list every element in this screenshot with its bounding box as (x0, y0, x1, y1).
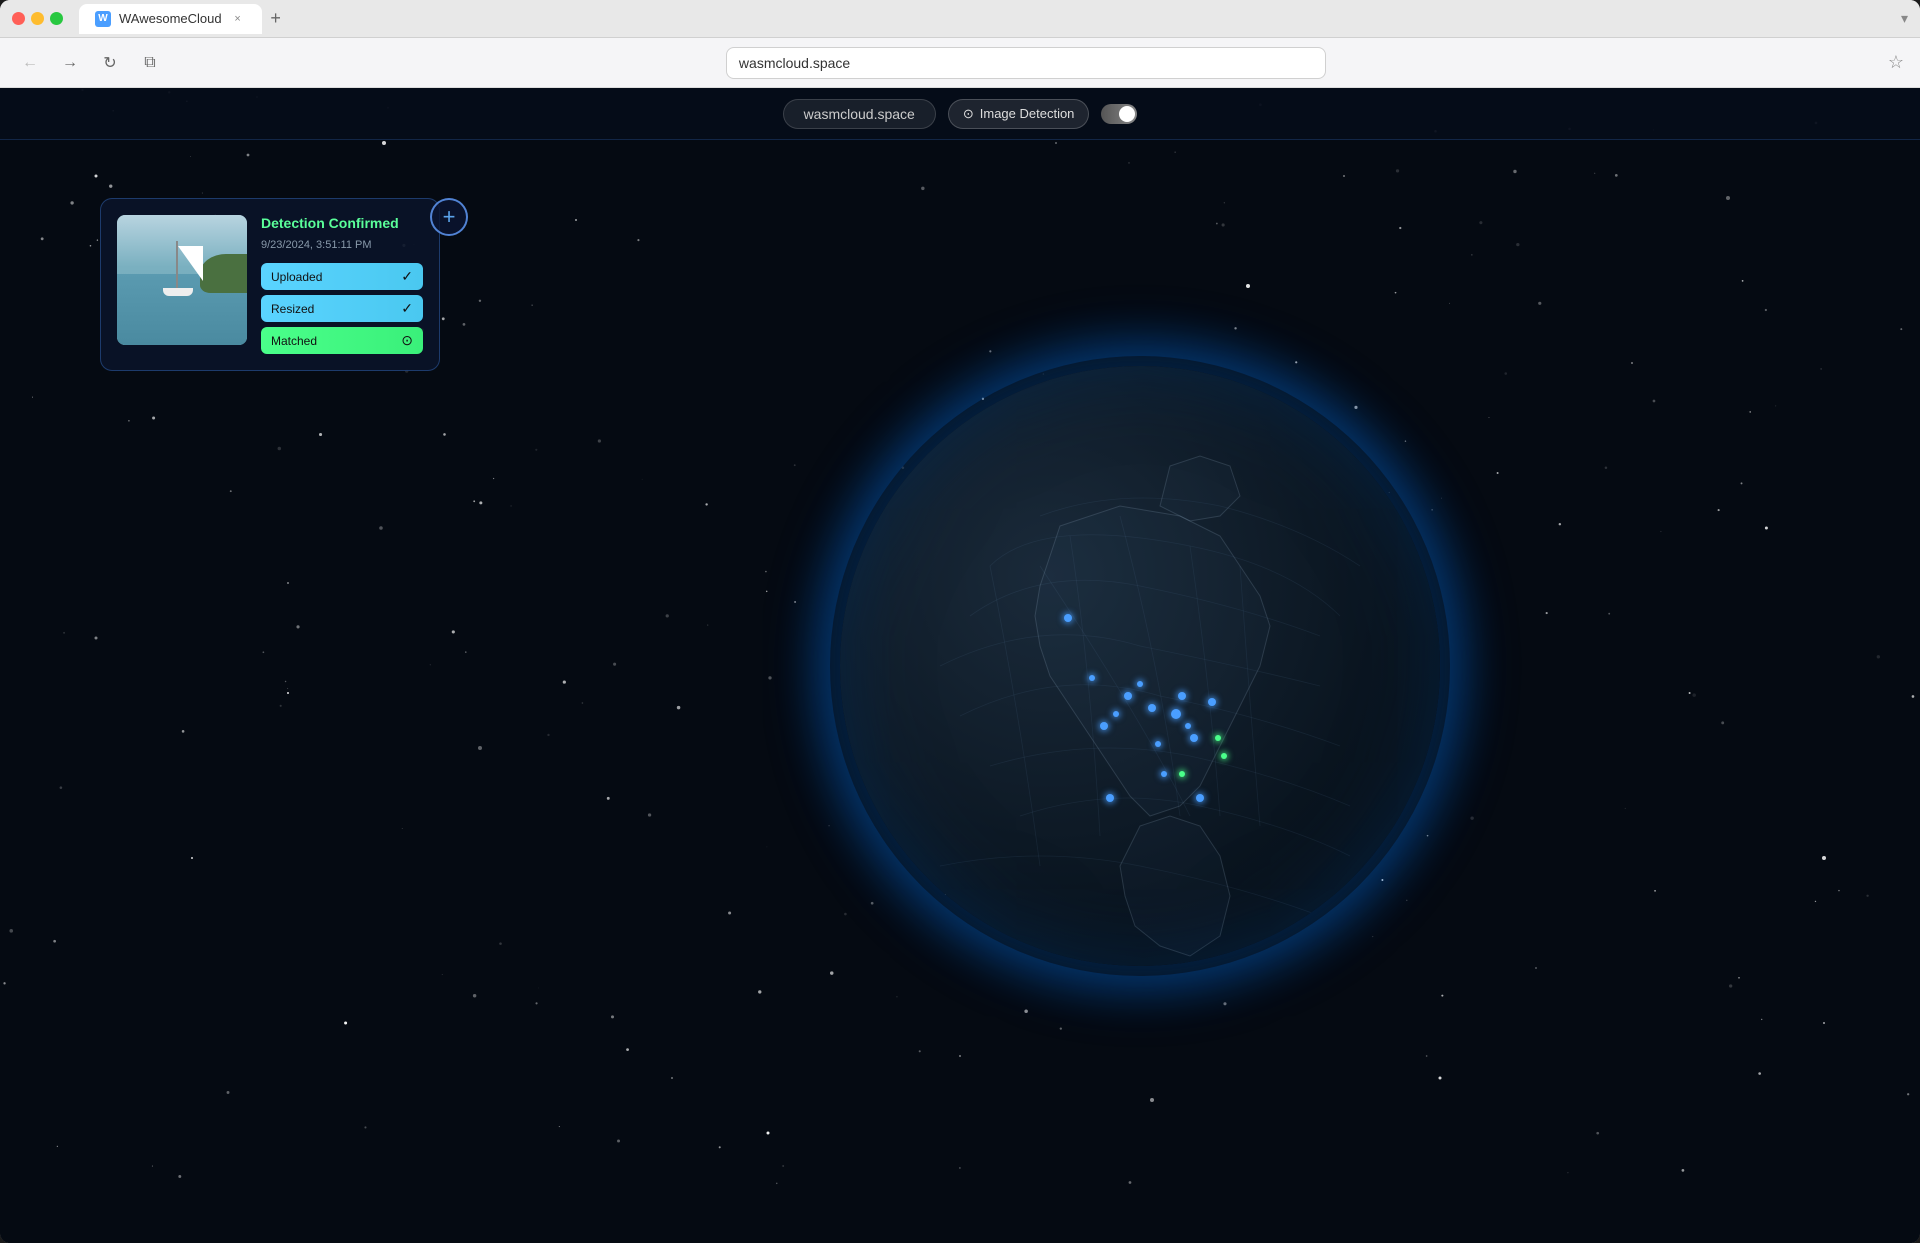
globe-dot (1155, 741, 1161, 747)
address-text: wasmcloud.space (739, 55, 850, 71)
status-resized-pill: Resized ✓ (261, 295, 423, 322)
browser-tab[interactable]: W WAwesomeCloud × (79, 4, 262, 34)
globe-dot (1064, 614, 1072, 622)
theme-toggle[interactable] (1101, 104, 1137, 124)
forward-button[interactable]: → (56, 49, 84, 77)
detection-title: Detection Confirmed (261, 215, 423, 231)
status-uploaded-pill: Uploaded ✓ (261, 263, 423, 290)
tab-close-button[interactable]: × (230, 11, 246, 27)
nav-bar: ← → ↻ ⧉ wasmcloud.space ☆ (0, 38, 1920, 88)
tabs-button[interactable]: ⧉ (136, 49, 164, 77)
minimize-traffic-light[interactable] (31, 12, 44, 25)
matched-label: Matched (271, 334, 317, 348)
resized-check-icon: ✓ (401, 300, 413, 317)
tab-favicon: W (95, 11, 111, 27)
globe-dot (1178, 692, 1186, 700)
back-button[interactable]: ← (16, 49, 44, 77)
globe-dot (1137, 681, 1143, 687)
boat-image (117, 215, 247, 345)
globe-dot (1215, 735, 1221, 741)
boat-hull (163, 288, 193, 296)
globe-dot (1221, 753, 1227, 759)
globe-dot (1089, 675, 1095, 681)
matched-search-icon: ⊙ (401, 332, 413, 349)
detection-timestamp: 9/23/2024, 3:51:11 PM (261, 239, 423, 251)
traffic-lights (12, 12, 63, 25)
tab-bar: W WAwesomeCloud × + (79, 4, 1893, 34)
uploaded-label: Uploaded (271, 270, 322, 284)
boat-land (200, 254, 247, 293)
globe-dot (1185, 723, 1191, 729)
globe-dot (1124, 692, 1132, 700)
globe (840, 366, 1440, 966)
resized-label: Resized (271, 302, 314, 316)
chevron-down-icon: ▾ (1901, 10, 1908, 26)
webapp-toolbar: wasmcloud.space ⊙ Image Detection (0, 88, 1920, 140)
camera-icon: ⊙ (963, 106, 974, 122)
add-button[interactable]: + (430, 198, 468, 236)
title-bar-right: ▾ (1901, 10, 1908, 28)
webapp-url-display: wasmcloud.space (783, 99, 936, 129)
image-detection-label: Image Detection (980, 106, 1075, 121)
globe-dot (1100, 722, 1108, 730)
bookmark-button[interactable]: ☆ (1888, 52, 1904, 73)
globe-container (840, 366, 1440, 966)
address-bar-container: wasmcloud.space (176, 47, 1876, 79)
boat-image-container (117, 215, 247, 345)
browser-content: wasmcloud.space ⊙ Image Detection (0, 88, 1920, 1243)
globe-dot (1179, 771, 1185, 777)
globe-dot (1171, 709, 1181, 719)
title-bar: W WAwesomeCloud × + ▾ (0, 0, 1920, 38)
new-tab-button[interactable]: + (262, 5, 290, 33)
globe-dot (1190, 734, 1198, 742)
globe-dot (1196, 794, 1204, 802)
detection-card: Detection Confirmed 9/23/2024, 3:51:11 P… (100, 198, 440, 371)
maximize-traffic-light[interactable] (50, 12, 63, 25)
address-bar[interactable]: wasmcloud.space (726, 47, 1326, 79)
tab-title: WAwesomeCloud (119, 11, 222, 26)
status-pills: Uploaded ✓ Resized ✓ Matched ⊙ (261, 263, 423, 354)
close-traffic-light[interactable] (12, 12, 25, 25)
uploaded-check-icon: ✓ (401, 268, 413, 285)
globe-dot (1113, 711, 1119, 717)
globe-dot (1106, 794, 1114, 802)
image-detection-button[interactable]: ⊙ Image Detection (948, 99, 1090, 129)
browser-window: W WAwesomeCloud × + ▾ ← → ↻ ⧉ wasmcloud.… (0, 0, 1920, 1243)
globe-dot (1161, 771, 1167, 777)
globe-dot (1208, 698, 1216, 706)
boat-sail (176, 241, 178, 293)
card-content: Detection Confirmed 9/23/2024, 3:51:11 P… (261, 215, 423, 354)
toggle-knob (1119, 106, 1135, 122)
globe-dot (1148, 704, 1156, 712)
status-matched-pill: Matched ⊙ (261, 327, 423, 354)
reload-button[interactable]: ↻ (96, 49, 124, 77)
